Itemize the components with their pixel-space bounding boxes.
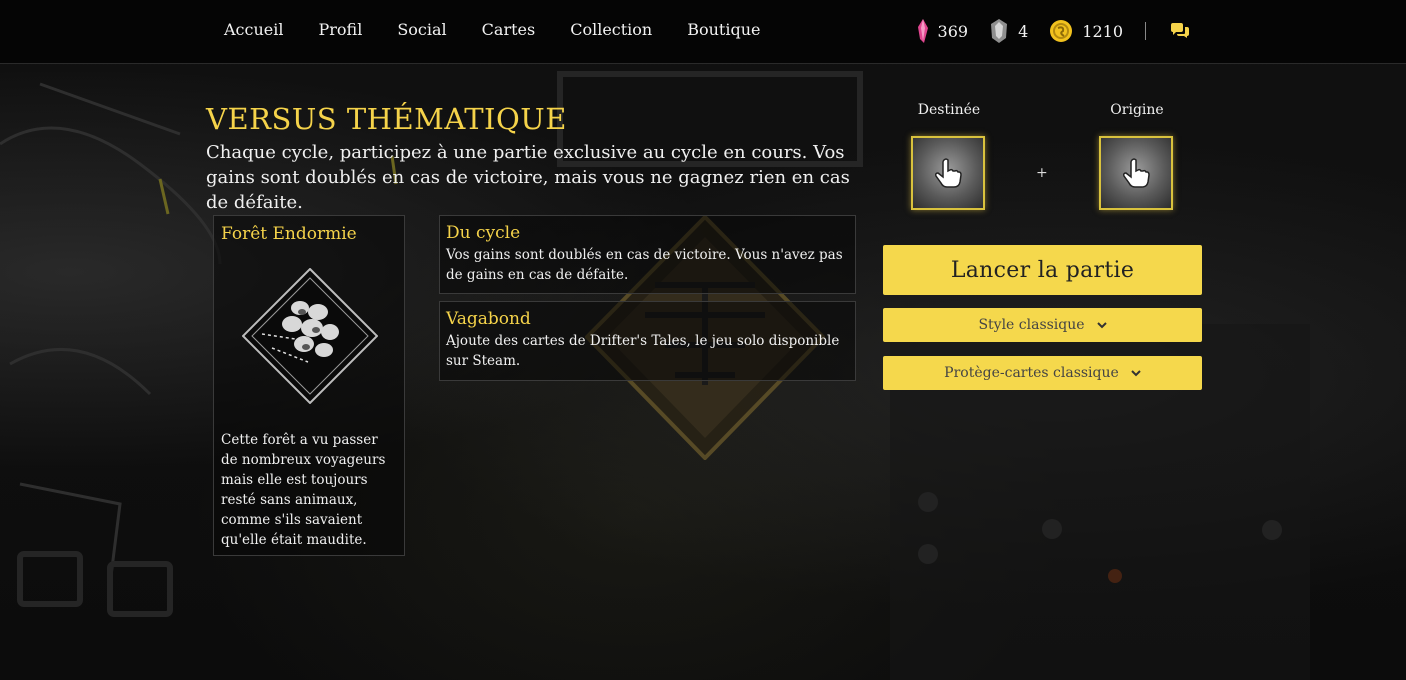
theme-card: Forêt Endormie Cette forêt a vu passer d… xyxy=(213,215,405,556)
nav-collection[interactable]: Collection xyxy=(570,20,652,39)
chat-bubbles-icon xyxy=(1171,23,1189,38)
modifier-description: Ajoute des cartes de Drifter's Tales, le… xyxy=(446,333,840,369)
origin-card-slot[interactable] xyxy=(1099,136,1173,210)
separator xyxy=(1145,22,1146,40)
style-select-value: Style classique xyxy=(978,317,1085,333)
nav-boutique[interactable]: Boutique xyxy=(687,20,760,39)
gold-coin-icon xyxy=(1050,20,1073,42)
destiny-label: Destinée xyxy=(917,102,981,118)
nav-cartes[interactable]: Cartes xyxy=(482,20,536,39)
silver-shard-icon xyxy=(991,19,1008,43)
mode-description: Chaque cycle, participez à une partie ex… xyxy=(206,142,850,213)
modifier-description: Vos gains sont doublés en cas de victoir… xyxy=(446,247,843,283)
style-select[interactable]: Style classique xyxy=(883,308,1202,342)
modifier-title: Vagabond xyxy=(446,309,531,329)
theme-card-emblem xyxy=(241,267,379,408)
modifier-title: Du cycle xyxy=(446,223,521,243)
currency-bar: 369 4 1210 xyxy=(917,18,1406,44)
destiny-card-slot[interactable] xyxy=(911,136,985,210)
chevron-down-icon xyxy=(1096,321,1107,329)
theme-card-description: Cette forêt a vu passer de nombreux voya… xyxy=(221,432,386,548)
nav-profil[interactable]: Profil xyxy=(318,20,362,39)
plus-sign: + xyxy=(1036,165,1048,181)
page-title: VERSUS THÉMATIQUE xyxy=(206,102,567,136)
main-nav: Accueil Profil Social Cartes Collection … xyxy=(206,0,796,58)
shard-counter: 4 xyxy=(990,19,1028,43)
chevron-down-icon xyxy=(1131,369,1141,377)
hand-pointer-icon xyxy=(1123,158,1150,188)
crystal-count: 369 xyxy=(937,21,969,41)
modifier-du-cycle: Du cycle Vos gains sont doublés en cas d… xyxy=(439,215,856,294)
gold-count: 1210 xyxy=(1082,21,1123,41)
launch-game-button[interactable]: Lancer la partie xyxy=(883,245,1202,295)
pink-crystal-icon xyxy=(917,19,928,43)
card-sleeves-select-value: Protège-cartes classique xyxy=(944,365,1119,381)
origin-label: Origine xyxy=(1110,102,1164,118)
gold-counter: 1210 xyxy=(1050,20,1123,42)
card-sleeves-select[interactable]: Protège-cartes classique xyxy=(883,356,1202,390)
chat-button[interactable] xyxy=(1170,23,1190,39)
shard-count: 4 xyxy=(1018,21,1029,41)
nav-accueil[interactable]: Accueil xyxy=(224,20,283,39)
modifier-vagabond: Vagabond Ajoute des cartes de Drifter's … xyxy=(439,301,856,381)
top-navigation-bar: Accueil Profil Social Cartes Collection … xyxy=(0,0,1406,64)
hand-pointer-icon xyxy=(935,158,962,188)
crystal-counter: 369 xyxy=(917,19,969,43)
theme-card-name: Forêt Endormie xyxy=(221,224,357,244)
nav-social[interactable]: Social xyxy=(397,20,446,39)
